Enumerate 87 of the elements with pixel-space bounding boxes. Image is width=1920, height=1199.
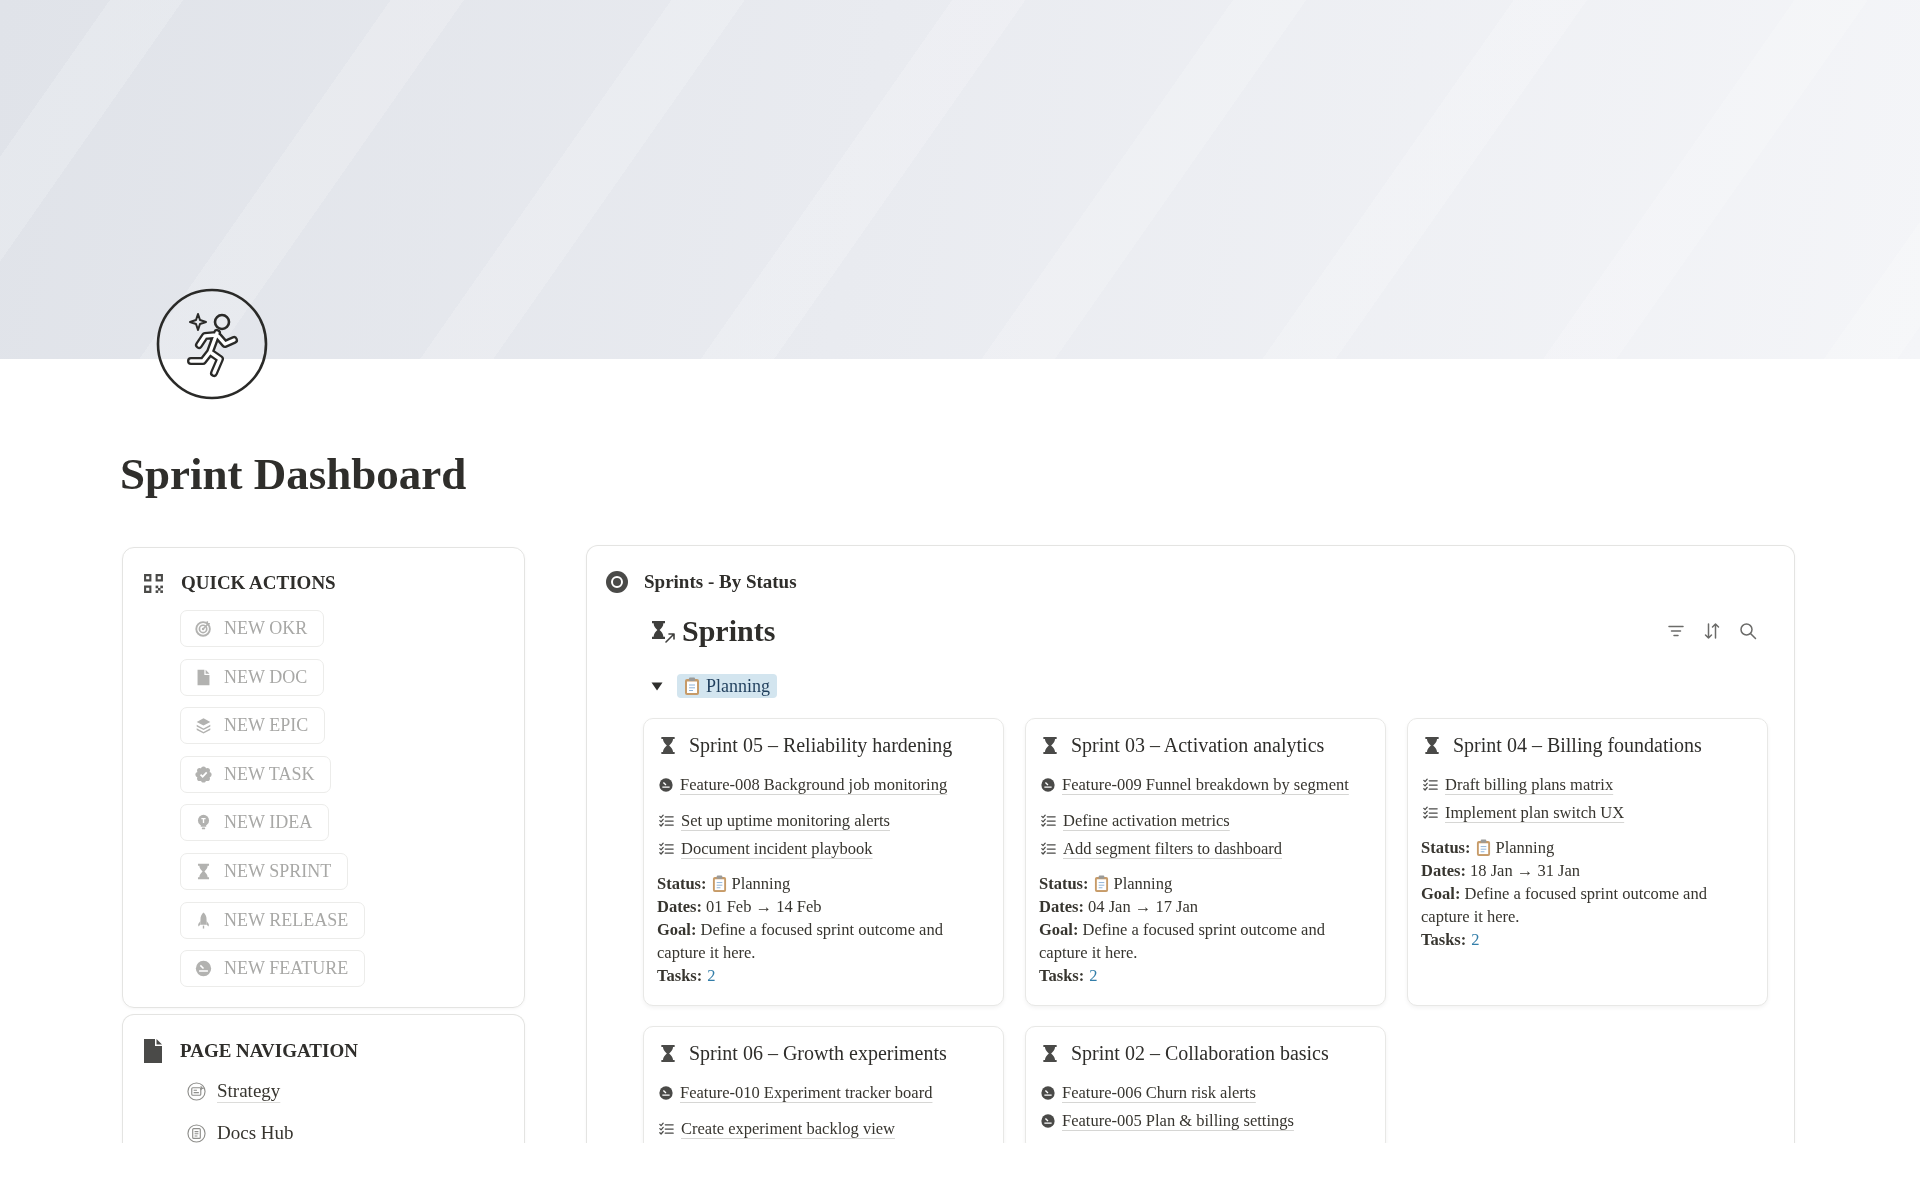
hourglass-icon xyxy=(660,1043,676,1063)
feature-link[interactable]: Feature-006 Churn risk alerts xyxy=(1062,1083,1256,1103)
gauge-icon xyxy=(1041,778,1055,792)
status-value: Planning xyxy=(1495,837,1555,859)
status-label: Planning xyxy=(706,675,770,697)
view-heading: Sprints - By Status xyxy=(644,571,797,593)
checklist-icon xyxy=(1041,842,1056,856)
caret-icon[interactable] xyxy=(651,680,663,692)
sprint-card[interactable] xyxy=(643,718,1004,1006)
page-title: Sprint Dashboard xyxy=(120,448,467,500)
layers-icon xyxy=(195,717,212,735)
feature-link[interactable]: Feature-010 Experiment tracker board xyxy=(680,1083,933,1103)
task-link[interactable]: Draft billing plans matrix xyxy=(1445,775,1614,795)
count-link[interactable]: 2 xyxy=(1089,964,1098,987)
card-title: Sprint 03 – Activation analytics xyxy=(1071,733,1325,757)
hourglass-icon xyxy=(195,862,212,880)
hourglass-icon xyxy=(660,735,676,755)
count-link[interactable]: 2 xyxy=(707,964,716,987)
gauge-icon xyxy=(1041,1114,1055,1128)
database-title: Sprints xyxy=(682,613,776,649)
hourglass-icon xyxy=(1424,735,1440,755)
feature-link[interactable]: Feature-009 Funnel breakdown by segment xyxy=(1062,775,1349,795)
gauge-icon xyxy=(1041,1086,1055,1100)
page-link[interactable]: Docs Hub xyxy=(217,1122,294,1143)
target-icon xyxy=(195,620,212,637)
task-link[interactable]: Define activation metrics xyxy=(1063,811,1230,831)
property-label: Tasks: xyxy=(1421,929,1467,951)
target-icon xyxy=(606,571,628,593)
task-link[interactable]: Add segment filters to dashboard xyxy=(1063,839,1283,859)
panel-heading: QUICK ACTIONS xyxy=(181,572,336,594)
status-value: Planning xyxy=(731,873,791,895)
rocket-icon xyxy=(195,911,212,929)
clipboard-icon xyxy=(684,677,700,695)
page-link[interactable]: Strategy xyxy=(217,1080,281,1103)
card-title: Sprint 02 – Collaboration basics xyxy=(1071,1041,1329,1065)
property-label: Status: xyxy=(1421,837,1471,859)
document-icon xyxy=(195,668,212,686)
sprint-card[interactable]: Sprint 06 – Growth experiments Feature-010 Experiment tracker board Create experiment backlog view xyxy=(643,1026,1004,1143)
clipboard-icon xyxy=(711,875,727,892)
property-text: Goal: Define a focused sprint outcome and capture it here. xyxy=(1421,883,1708,928)
sprint-card[interactable]: Sprint 04 – Billing foundations Draft billing plans matrix Implement plan switch UX Status: Planning Dates: 18 Jan → 31 Jan Goal: Define a focused sprint outcome and capture it here. Tasks: 2 xyxy=(1407,718,1768,1006)
checklist-icon xyxy=(659,842,674,856)
property-label: Status: xyxy=(657,873,707,895)
hourglass-arrow-icon xyxy=(650,619,676,643)
feature-link[interactable]: Feature-008 Background job monitoring xyxy=(680,775,948,795)
feature-link[interactable]: Feature-005 Plan & billing settings xyxy=(1062,1111,1294,1131)
property-text: Dates: 01 Feb → 14 Feb xyxy=(657,896,822,918)
property-text: Goal: Define a focused sprint outcome and capture it here. xyxy=(657,919,944,964)
status-value: Planning xyxy=(1113,873,1173,895)
task-link[interactable]: Document incident playbook xyxy=(681,839,873,859)
hourglass-icon xyxy=(1042,1043,1058,1063)
card-title: Sprint 05 – Reliability hardening xyxy=(689,733,953,757)
property-label: Status: xyxy=(1039,873,1089,895)
property-label: Tasks: xyxy=(1039,965,1085,987)
card-title: Sprint 06 – Growth experiments xyxy=(689,1041,947,1065)
checklist-icon xyxy=(1423,778,1438,792)
circled-document-icon xyxy=(187,1123,206,1143)
clipboard-icon xyxy=(1093,875,1109,892)
task-link[interactable]: Set up uptime monitoring alerts xyxy=(681,811,890,831)
sort-icon[interactable] xyxy=(1703,622,1721,640)
runner-icon xyxy=(156,288,268,400)
card-title: Sprint 04 – Billing foundations xyxy=(1453,733,1702,757)
circled-board-icon xyxy=(187,1081,206,1101)
checklist-icon xyxy=(659,1122,674,1136)
qr-code-icon xyxy=(143,572,164,594)
lightbulb-icon xyxy=(195,814,212,832)
property-text: Goal: Define a focused sprint outcome and capture it here. xyxy=(1039,919,1326,964)
property-label: Tasks: xyxy=(657,965,703,987)
hourglass-icon xyxy=(1042,735,1058,755)
document-icon xyxy=(143,1039,163,1064)
gauge-icon xyxy=(195,960,212,978)
clipboard-icon xyxy=(1475,839,1491,856)
check-badge-icon xyxy=(195,765,212,783)
panel-heading: PAGE NAVIGATION xyxy=(180,1040,358,1063)
gauge-icon xyxy=(659,1086,673,1100)
checklist-icon xyxy=(659,814,674,828)
property-text: Dates: 04 Jan → 17 Jan xyxy=(1039,896,1199,918)
sprint-card[interactable]: Sprint 02 – Collaboration basics Feature-006 Churn risk alerts Feature-005 Plan & billing settings xyxy=(1025,1026,1386,1143)
count-link[interactable]: 2 xyxy=(1471,928,1480,951)
checklist-icon xyxy=(1423,806,1438,820)
task-link[interactable]: Create experiment backlog view xyxy=(681,1119,895,1139)
gauge-icon xyxy=(659,778,673,792)
task-link[interactable]: Implement plan switch UX xyxy=(1445,803,1625,823)
property-text: Dates: 18 Jan → 31 Jan xyxy=(1421,860,1581,882)
checklist-icon xyxy=(1041,814,1056,828)
search-icon[interactable] xyxy=(1739,622,1757,640)
sprint-card[interactable] xyxy=(1025,718,1386,1006)
